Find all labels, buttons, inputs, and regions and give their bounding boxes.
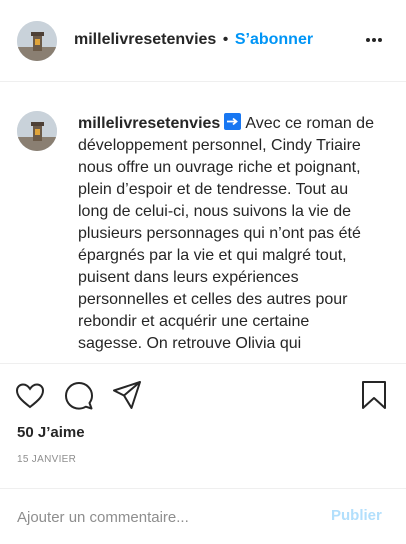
post-actions: 50 J’aime 15 JANVIER — [0, 363, 406, 503]
publish-button[interactable]: Publier — [331, 507, 382, 524]
post-caption: millelivresetenvies Avec ce roman de déve… — [78, 113, 374, 355]
separator-dot: • — [222, 31, 229, 48]
caption-avatar[interactable] — [17, 111, 57, 151]
username-link[interactable]: millelivresetenvies — [74, 31, 216, 48]
share-icon[interactable] — [112, 380, 142, 415]
comments-section[interactable]: millelivresetenvies Avec ce roman de déve… — [0, 83, 406, 363]
more-horizontal-icon[interactable] — [360, 30, 388, 50]
post-date: 15 JANVIER — [17, 454, 77, 465]
heart-icon[interactable] — [15, 382, 45, 415]
caption-text: Avec ce roman de développement personnel… — [78, 115, 374, 352]
follow-button[interactable]: S’abonner — [235, 31, 313, 48]
likes-count[interactable]: 50 J’aime — [17, 424, 85, 441]
post-header: millelivresetenvies • S’abonner — [0, 0, 406, 82]
add-comment-bar: Publier — [0, 488, 406, 544]
comment-icon[interactable] — [64, 381, 94, 416]
profile-avatar[interactable] — [17, 21, 57, 61]
caption-username-link[interactable]: millelivresetenvies — [78, 115, 220, 132]
right-arrow-emoji-icon — [224, 113, 242, 130]
comment-input[interactable] — [17, 505, 307, 529]
header-username-line: millelivresetenvies • S’abonner — [74, 31, 313, 49]
bookmark-icon[interactable] — [360, 380, 388, 415]
